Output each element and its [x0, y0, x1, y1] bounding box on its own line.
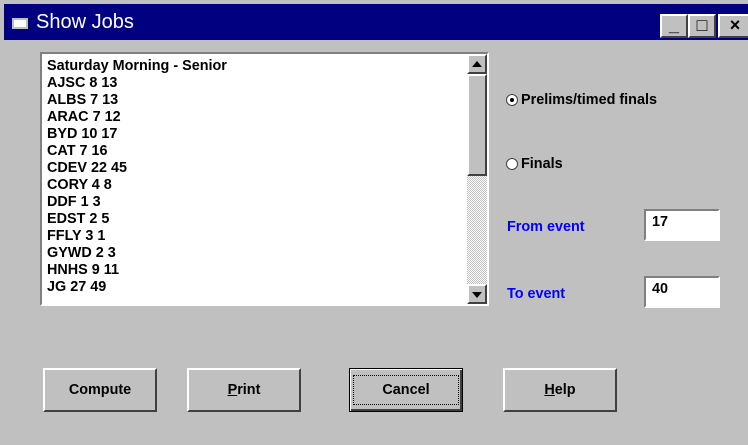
radio-selected-dot [510, 98, 514, 102]
scroll-up-button[interactable] [467, 54, 487, 74]
cancel-button[interactable]: Cancel [349, 368, 463, 412]
list-item[interactable]: FFLY 3 1 [45, 228, 465, 245]
list-item[interactable]: BYD 10 17 [45, 126, 465, 143]
help-label: Help [544, 382, 576, 398]
print-label: Print [227, 382, 261, 398]
job-list[interactable]: Saturday Morning - Senior AJSC 8 13 ALBS 7… [40, 52, 489, 306]
window-title: Show Jobs [36, 11, 134, 33]
print-button[interactable]: Print [187, 368, 301, 412]
radio-finals-circle[interactable] [506, 158, 518, 170]
show-jobs-window: Show Jobs _ □ × Saturday Morning - Senio… [0, 0, 748, 445]
cancel-label: Cancel [353, 375, 459, 405]
radio-finals[interactable]: Finals [506, 154, 563, 174]
to-event-input[interactable]: 40 [644, 276, 720, 308]
down-arrow-icon [472, 292, 482, 298]
list-item[interactable]: Saturday Morning - Senior [45, 58, 465, 75]
minimize-icon: _ [668, 15, 679, 35]
list-item[interactable]: HNHS 9 11 [45, 262, 465, 279]
list-item[interactable]: ALBS 7 13 [45, 92, 465, 109]
from-event-input[interactable]: 17 [644, 209, 720, 241]
list-item[interactable]: CORY 4 8 [45, 177, 465, 194]
to-event-label: To event [507, 286, 566, 302]
from-event-label: From event [507, 219, 585, 235]
up-arrow-icon [472, 61, 482, 67]
maximize-icon: □ [696, 15, 708, 35]
radio-finals-label: Finals [521, 156, 563, 172]
list-item[interactable]: DDF 1 3 [45, 194, 465, 211]
list-item[interactable]: JG 27 49 [45, 279, 465, 296]
vertical-scrollbar[interactable] [467, 54, 487, 304]
list-item[interactable]: CDEV 22 45 [45, 160, 465, 177]
close-button[interactable]: × [718, 14, 748, 38]
app-icon [12, 15, 28, 29]
list-item[interactable]: CAT 7 16 [45, 143, 465, 160]
minimize-button[interactable]: _ [660, 14, 688, 38]
compute-button[interactable]: Compute [43, 368, 157, 412]
scroll-thumb[interactable] [467, 74, 487, 176]
title-bar[interactable]: Show Jobs _ □ × [4, 4, 748, 40]
scroll-down-button[interactable] [467, 284, 487, 304]
radio-prelims[interactable]: Prelims/timed finals [506, 90, 657, 110]
list-item[interactable]: EDST 2 5 [45, 211, 465, 228]
job-list-items: Saturday Morning - Senior AJSC 8 13 ALBS 7… [45, 58, 465, 302]
radio-prelims-label: Prelims/timed finals [521, 92, 657, 108]
list-item[interactable]: AJSC 8 13 [45, 75, 465, 92]
close-icon: × [729, 15, 741, 35]
list-item[interactable]: GYWD 2 3 [45, 245, 465, 262]
radio-prelims-circle[interactable] [506, 94, 518, 106]
compute-label: Compute [68, 382, 132, 398]
help-button[interactable]: Help [503, 368, 617, 412]
maximize-button[interactable]: □ [688, 14, 716, 38]
list-item[interactable]: ARAC 7 12 [45, 109, 465, 126]
